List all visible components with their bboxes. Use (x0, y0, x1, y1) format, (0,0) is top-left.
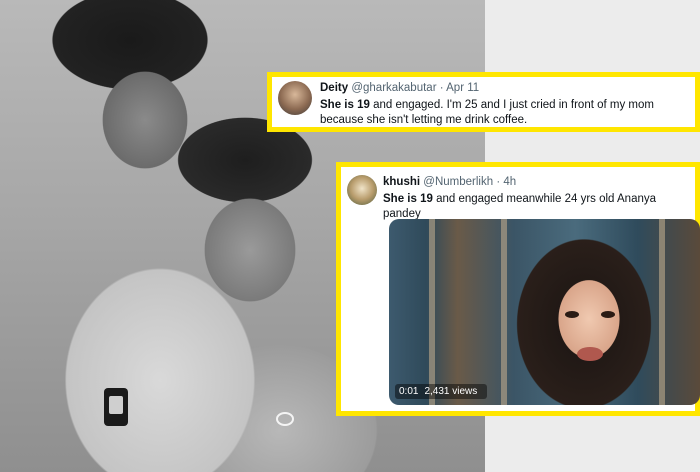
tweet-card-deity[interactable]: Deity @gharkakabutar · Apr 11 She is 19 … (267, 72, 700, 132)
author-handle[interactable]: @gharkakabutar (351, 82, 436, 94)
tweet-text-bold: She is 19 (320, 99, 370, 111)
tweet-body: khushi @Numberlikh · 4h She is 19 and en… (383, 175, 689, 222)
video-meta: 0:01 2,431 views (395, 384, 488, 399)
tweet-header: khushi @Numberlikh · 4h (383, 175, 689, 189)
tweet-body: Deity @gharkakabutar · Apr 11 She is 19 … (320, 81, 687, 128)
face-eye (565, 311, 579, 318)
video-time: 0:01 (399, 386, 419, 397)
video-views: 2,431 views (424, 386, 478, 397)
face-lips (577, 347, 603, 361)
separator: · (496, 176, 501, 188)
avatar[interactable] (278, 81, 312, 115)
engagement-ring (276, 412, 294, 426)
background-stripe (659, 219, 665, 405)
tweet-time[interactable]: 4h (503, 176, 516, 188)
background-stripe (501, 219, 507, 405)
watch-face (109, 396, 123, 414)
tweet-text-rest: and engaged. I'm 25 and I just cried in … (320, 99, 654, 126)
author-name[interactable]: Deity (320, 82, 348, 94)
author-handle[interactable]: @Numberlikh (423, 176, 493, 188)
tweet-card-khushi[interactable]: khushi @Numberlikh · 4h She is 19 and en… (336, 162, 700, 416)
embedded-video[interactable]: 0:01 2,431 views (389, 219, 700, 405)
tweet-text-bold: She is 19 (383, 193, 433, 205)
avatar[interactable] (347, 175, 377, 205)
background-stripe (429, 219, 435, 405)
tweet-time[interactable]: Apr 11 (446, 82, 479, 94)
separator: · (439, 82, 444, 94)
face-eye (601, 311, 615, 318)
tweet-text: She is 19 and engaged. I'm 25 and I just… (320, 98, 687, 128)
tweet-text: She is 19 and engaged meanwhile 24 yrs o… (383, 192, 689, 222)
tweet-header: Deity @gharkakabutar · Apr 11 (320, 81, 687, 95)
author-name[interactable]: khushi (383, 176, 420, 188)
